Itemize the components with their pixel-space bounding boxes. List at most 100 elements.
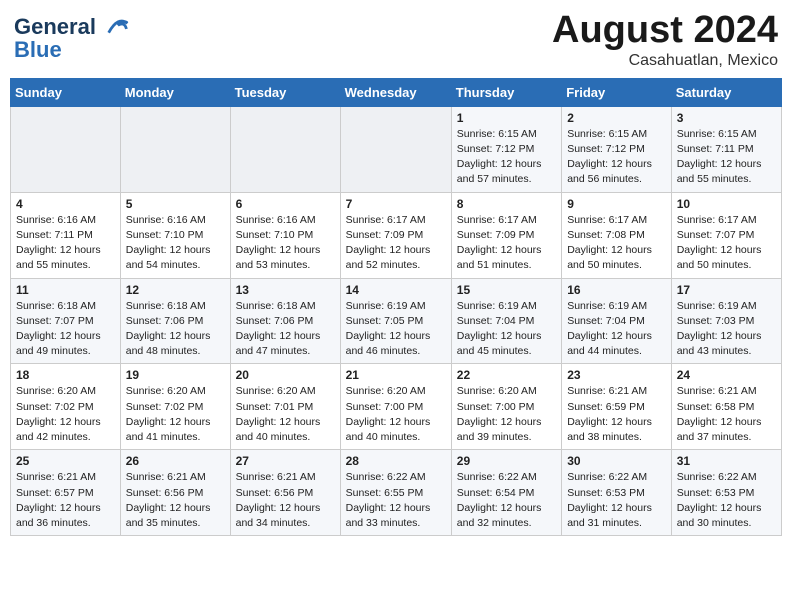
day-info: Sunrise: 6:21 AM Sunset: 6:59 PM Dayligh… [567, 384, 666, 445]
day-number: 5 [126, 197, 225, 211]
day-info: Sunrise: 6:16 AM Sunset: 7:10 PM Dayligh… [126, 213, 225, 274]
title-block: August 2024 Casahuatlan, Mexico [552, 10, 778, 70]
day-info: Sunrise: 6:22 AM Sunset: 6:55 PM Dayligh… [346, 470, 446, 531]
day-number: 15 [457, 283, 556, 297]
calendar-cell: 8 Sunrise: 6:17 AM Sunset: 7:09 PM Daylig… [451, 192, 561, 278]
calendar-cell: 22 Sunrise: 6:20 AM Sunset: 7:00 PM Dayli… [451, 364, 561, 450]
calendar-cell: 1 Sunrise: 6:15 AM Sunset: 7:12 PM Daylig… [451, 106, 561, 192]
day-info: Sunrise: 6:19 AM Sunset: 7:04 PM Dayligh… [457, 299, 556, 360]
calendar-cell: 24 Sunrise: 6:21 AM Sunset: 6:58 PM Dayli… [671, 364, 781, 450]
day-info: Sunrise: 6:16 AM Sunset: 7:11 PM Dayligh… [16, 213, 115, 274]
calendar-cell: 26 Sunrise: 6:21 AM Sunset: 6:56 PM Dayli… [120, 450, 230, 536]
day-number: 3 [677, 111, 776, 125]
day-number: 29 [457, 454, 556, 468]
calendar-cell: 25Sunrise: 6:21 AM Sunset: 6:57 PM Dayli… [11, 450, 121, 536]
calendar-week-row: 4 Sunrise: 6:16 AM Sunset: 7:11 PM Daylig… [11, 192, 782, 278]
calendar-cell: 9 Sunrise: 6:17 AM Sunset: 7:08 PM Daylig… [562, 192, 672, 278]
day-info: Sunrise: 6:22 AM Sunset: 6:54 PM Dayligh… [457, 470, 556, 531]
page-header: General Blue August 2024 Casahuatlan, Me… [10, 10, 782, 70]
day-info: Sunrise: 6:21 AM Sunset: 6:56 PM Dayligh… [236, 470, 335, 531]
day-number: 30 [567, 454, 666, 468]
day-info: Sunrise: 6:20 AM Sunset: 7:00 PM Dayligh… [457, 384, 556, 445]
calendar-cell: 17Sunrise: 6:19 AM Sunset: 7:03 PM Dayli… [671, 278, 781, 364]
calendar-cell: 30 Sunrise: 6:22 AM Sunset: 6:53 PM Dayli… [562, 450, 672, 536]
calendar-cell: 19 Sunrise: 6:20 AM Sunset: 7:02 PM Dayli… [120, 364, 230, 450]
day-number: 4 [16, 197, 115, 211]
day-number: 2 [567, 111, 666, 125]
day-number: 17 [677, 283, 776, 297]
calendar-cell: 31Sunrise: 6:22 AM Sunset: 6:53 PM Dayli… [671, 450, 781, 536]
calendar-cell: 10Sunrise: 6:17 AM Sunset: 7:07 PM Dayli… [671, 192, 781, 278]
day-info: Sunrise: 6:20 AM Sunset: 7:02 PM Dayligh… [126, 384, 225, 445]
day-number: 21 [346, 368, 446, 382]
calendar-table: SundayMondayTuesdayWednesdayThursdayFrid… [10, 78, 782, 536]
col-header-thursday: Thursday [451, 78, 561, 106]
day-number: 26 [126, 454, 225, 468]
month-year-title: August 2024 [552, 10, 778, 52]
day-info: Sunrise: 6:15 AM Sunset: 7:12 PM Dayligh… [567, 127, 666, 188]
day-number: 13 [236, 283, 335, 297]
day-number: 1 [457, 111, 556, 125]
location-subtitle: Casahuatlan, Mexico [552, 52, 778, 70]
calendar-week-row: 25Sunrise: 6:21 AM Sunset: 6:57 PM Dayli… [11, 450, 782, 536]
calendar-cell: 20Sunrise: 6:20 AM Sunset: 7:01 PM Dayli… [230, 364, 340, 450]
calendar-cell: 23 Sunrise: 6:21 AM Sunset: 6:59 PM Dayli… [562, 364, 672, 450]
calendar-cell: 21Sunrise: 6:20 AM Sunset: 7:00 PM Dayli… [340, 364, 451, 450]
day-info: Sunrise: 6:22 AM Sunset: 6:53 PM Dayligh… [567, 470, 666, 531]
col-header-tuesday: Tuesday [230, 78, 340, 106]
day-number: 18 [16, 368, 115, 382]
day-number: 8 [457, 197, 556, 211]
day-info: Sunrise: 6:20 AM Sunset: 7:02 PM Dayligh… [16, 384, 115, 445]
day-info: Sunrise: 6:17 AM Sunset: 7:09 PM Dayligh… [457, 213, 556, 274]
calendar-cell [230, 106, 340, 192]
day-info: Sunrise: 6:21 AM Sunset: 6:56 PM Dayligh… [126, 470, 225, 531]
day-info: Sunrise: 6:17 AM Sunset: 7:08 PM Dayligh… [567, 213, 666, 274]
day-number: 24 [677, 368, 776, 382]
day-info: Sunrise: 6:19 AM Sunset: 7:05 PM Dayligh… [346, 299, 446, 360]
day-info: Sunrise: 6:18 AM Sunset: 7:06 PM Dayligh… [236, 299, 335, 360]
day-number: 6 [236, 197, 335, 211]
day-number: 27 [236, 454, 335, 468]
calendar-cell: 11Sunrise: 6:18 AM Sunset: 7:07 PM Dayli… [11, 278, 121, 364]
calendar-week-row: 18 Sunrise: 6:20 AM Sunset: 7:02 PM Dayli… [11, 364, 782, 450]
day-number: 23 [567, 368, 666, 382]
calendar-week-row: 11Sunrise: 6:18 AM Sunset: 7:07 PM Dayli… [11, 278, 782, 364]
col-header-wednesday: Wednesday [340, 78, 451, 106]
calendar-cell: 16Sunrise: 6:19 AM Sunset: 7:04 PM Dayli… [562, 278, 672, 364]
day-info: Sunrise: 6:21 AM Sunset: 6:57 PM Dayligh… [16, 470, 115, 531]
calendar-cell: 5 Sunrise: 6:16 AM Sunset: 7:10 PM Daylig… [120, 192, 230, 278]
day-info: Sunrise: 6:18 AM Sunset: 7:07 PM Dayligh… [16, 299, 115, 360]
day-number: 7 [346, 197, 446, 211]
calendar-week-row: 1 Sunrise: 6:15 AM Sunset: 7:12 PM Daylig… [11, 106, 782, 192]
calendar-cell: 2 Sunrise: 6:15 AM Sunset: 7:12 PM Daylig… [562, 106, 672, 192]
day-number: 19 [126, 368, 225, 382]
calendar-cell: 12Sunrise: 6:18 AM Sunset: 7:06 PM Dayli… [120, 278, 230, 364]
day-info: Sunrise: 6:15 AM Sunset: 7:11 PM Dayligh… [677, 127, 776, 188]
day-info: Sunrise: 6:21 AM Sunset: 6:58 PM Dayligh… [677, 384, 776, 445]
col-header-sunday: Sunday [11, 78, 121, 106]
calendar-cell: 6 Sunrise: 6:16 AM Sunset: 7:10 PM Daylig… [230, 192, 340, 278]
day-info: Sunrise: 6:15 AM Sunset: 7:12 PM Dayligh… [457, 127, 556, 188]
day-info: Sunrise: 6:16 AM Sunset: 7:10 PM Dayligh… [236, 213, 335, 274]
calendar-cell: 3 Sunrise: 6:15 AM Sunset: 7:11 PM Daylig… [671, 106, 781, 192]
col-header-monday: Monday [120, 78, 230, 106]
day-number: 20 [236, 368, 335, 382]
calendar-cell: 28 Sunrise: 6:22 AM Sunset: 6:55 PM Dayli… [340, 450, 451, 536]
col-header-friday: Friday [562, 78, 672, 106]
calendar-cell: 15 Sunrise: 6:19 AM Sunset: 7:04 PM Dayli… [451, 278, 561, 364]
day-number: 22 [457, 368, 556, 382]
day-info: Sunrise: 6:19 AM Sunset: 7:04 PM Dayligh… [567, 299, 666, 360]
logo-icon [104, 14, 132, 42]
day-info: Sunrise: 6:18 AM Sunset: 7:06 PM Dayligh… [126, 299, 225, 360]
calendar-cell: 7Sunrise: 6:17 AM Sunset: 7:09 PM Daylig… [340, 192, 451, 278]
day-number: 14 [346, 283, 446, 297]
day-number: 9 [567, 197, 666, 211]
day-number: 28 [346, 454, 446, 468]
calendar-cell: 13 Sunrise: 6:18 AM Sunset: 7:06 PM Dayli… [230, 278, 340, 364]
calendar-cell [340, 106, 451, 192]
calendar-cell: 27 Sunrise: 6:21 AM Sunset: 6:56 PM Dayli… [230, 450, 340, 536]
day-number: 31 [677, 454, 776, 468]
calendar-cell: 18 Sunrise: 6:20 AM Sunset: 7:02 PM Dayli… [11, 364, 121, 450]
day-number: 10 [677, 197, 776, 211]
calendar-cell: 4 Sunrise: 6:16 AM Sunset: 7:11 PM Daylig… [11, 192, 121, 278]
